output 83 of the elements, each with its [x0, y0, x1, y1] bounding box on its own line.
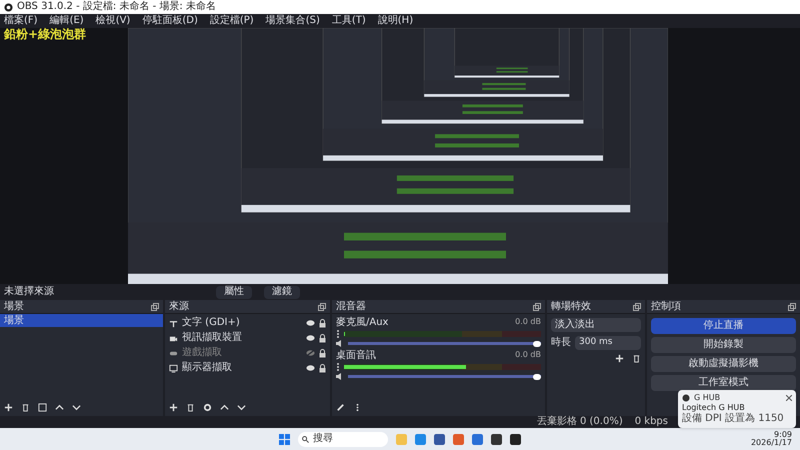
eye-icon[interactable]: [306, 334, 315, 342]
control-button[interactable]: 開始錄製: [651, 337, 796, 353]
volume-slider[interactable]: [348, 374, 541, 380]
trash-icon[interactable]: [632, 354, 641, 363]
menu-item[interactable]: 場景集合(S): [266, 16, 320, 26]
channel-reading: 0.0 dB: [515, 318, 541, 328]
notification-title: Logitech G HUB: [682, 404, 746, 412]
undock-icon[interactable]: [533, 302, 541, 310]
monitor-icon: [169, 364, 178, 372]
undock-icon[interactable]: [151, 302, 159, 310]
undock-icon[interactable]: [633, 302, 641, 310]
close-icon[interactable]: [786, 395, 792, 401]
eye-off-icon[interactable]: [306, 349, 315, 357]
up-icon[interactable]: [55, 403, 64, 412]
menu-item[interactable]: 設定檔(P): [210, 16, 254, 26]
context-button[interactable]: 屬性: [216, 286, 252, 298]
trash-icon[interactable]: [21, 403, 30, 412]
context-label: 未選擇來源: [4, 287, 55, 297]
scene-item[interactable]: 場景: [0, 314, 163, 327]
undock-icon[interactable]: [788, 302, 796, 310]
add-icon[interactable]: [4, 403, 13, 412]
status-text: 丟棄影格 0 (0.0%): [536, 417, 623, 427]
app-icon: [682, 394, 690, 402]
menu-item[interactable]: 說明(H): [378, 16, 414, 26]
dock-title: 來源: [169, 302, 189, 312]
control-button[interactable]: 工作室模式: [651, 375, 796, 391]
undock-icon[interactable]: [318, 302, 326, 310]
volume-slider[interactable]: [348, 340, 541, 346]
camera-icon: [169, 334, 178, 342]
search-icon: [302, 436, 309, 442]
menu-item[interactable]: 編輯(E): [50, 16, 84, 26]
eye-icon[interactable]: [306, 364, 315, 372]
overlay-caption: 鉛粉+綠泡泡群: [4, 28, 86, 40]
up-icon[interactable]: [220, 403, 229, 412]
eye-icon[interactable]: [306, 319, 315, 327]
add-icon[interactable]: [615, 354, 624, 363]
lock-icon[interactable]: [319, 334, 326, 342]
context-button[interactable]: 濾鏡: [264, 286, 300, 298]
menu-item[interactable]: 檢視(V): [96, 16, 130, 26]
start-icon[interactable]: [279, 434, 290, 444]
source-name[interactable]: 視訊擷取裝置: [182, 333, 302, 343]
app-icon[interactable]: [510, 434, 521, 444]
volume-thumb[interactable]: [533, 374, 541, 380]
notification-app: G HUB: [694, 394, 722, 402]
duration-field[interactable]: 300 ms: [575, 336, 641, 350]
source-name[interactable]: 遊戲擷取: [182, 348, 302, 358]
volume-thumb[interactable]: [533, 340, 541, 346]
dock-title: 混音器: [336, 302, 366, 312]
taskbar-date: 2026/1/17: [750, 439, 792, 447]
source-name[interactable]: 顯示器擷取: [182, 363, 302, 373]
speaker-icon[interactable]: [336, 340, 344, 347]
menu-item[interactable]: 工具(T): [332, 16, 366, 26]
down-icon[interactable]: [237, 403, 246, 412]
app-icon[interactable]: [491, 434, 502, 444]
taskbar-time: 9:09: [774, 431, 792, 439]
channel-name: 桌面音訊: [336, 351, 376, 361]
control-button[interactable]: 啟動虛擬攝影機: [651, 356, 796, 372]
more-icon[interactable]: [336, 330, 340, 338]
control-button[interactable]: 停止直播: [651, 318, 796, 334]
window-title: OBS 31.0.2 - 設定檔: 未命名 - 場景: 未命名: [17, 2, 216, 12]
dock-title: 轉場特效: [551, 302, 591, 312]
lock-icon[interactable]: [319, 364, 326, 372]
lock-icon[interactable]: [319, 318, 326, 328]
app-logo-icon: [4, 2, 13, 12]
add-icon[interactable]: [169, 403, 178, 412]
source-name[interactable]: 文字 (GDI+): [182, 318, 302, 328]
taskbar-search[interactable]: 搜尋: [298, 432, 388, 446]
menu-item[interactable]: 檔案(F): [4, 16, 38, 26]
text-icon: [169, 318, 178, 328]
transition-select[interactable]: 淡入淡出: [551, 318, 641, 332]
channel-name: 麥克風/Aux: [336, 318, 388, 328]
speaker-icon[interactable]: [336, 373, 344, 380]
menu-item[interactable]: 停駐面板(D): [142, 16, 198, 26]
trash-icon[interactable]: [186, 403, 195, 412]
notification-message: 設備 DPI 設置為 1150: [682, 414, 785, 424]
more-icon[interactable]: [336, 363, 340, 371]
status-text: 0 kbps: [634, 417, 668, 427]
down-icon[interactable]: [72, 403, 81, 412]
dock-title: 控制項: [651, 302, 681, 312]
duration-label: 時長: [551, 338, 571, 348]
lock-icon[interactable]: [319, 348, 326, 358]
channel-reading: 0.0 dB: [515, 351, 541, 361]
dock-title: 場景: [4, 302, 24, 312]
